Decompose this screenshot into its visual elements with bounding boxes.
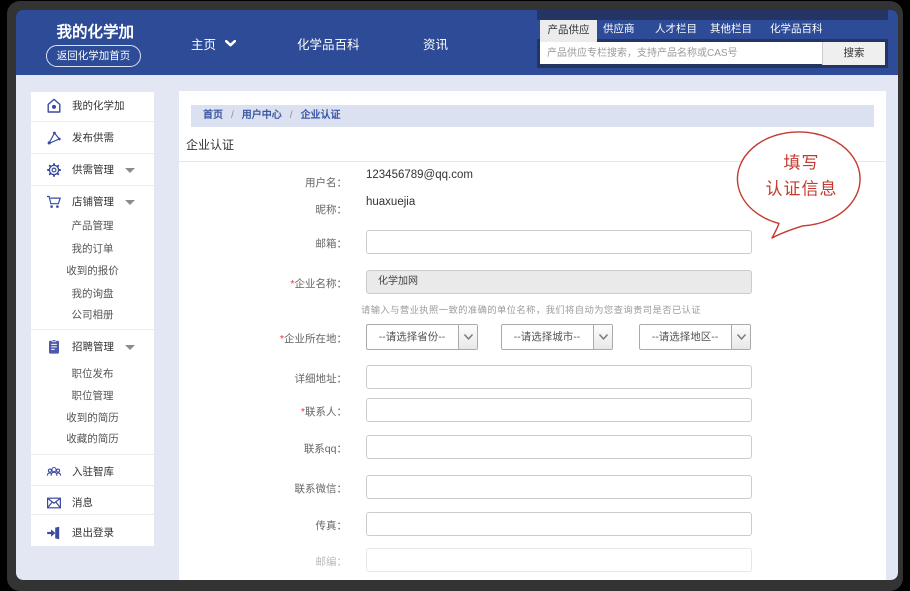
svg-text:认证信息: 认证信息 [766, 180, 838, 199]
svg-text:填写: 填写 [784, 154, 820, 173]
